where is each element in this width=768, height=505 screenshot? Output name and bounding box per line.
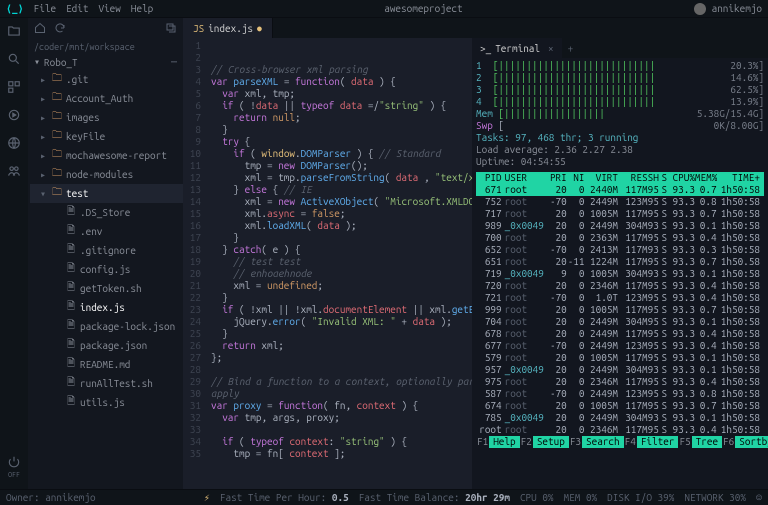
terminal-output[interactable]: 1 [|||||||||||||||||||||||||||| 20.3%]2 … [472,58,768,489]
more-icon[interactable]: ⋯ [171,56,177,68]
folder-node-modules[interactable]: ▸🗀node-modules [30,165,183,184]
power-off-icon[interactable]: OFF [7,455,21,479]
file--env[interactable]: 🗎.env [30,222,183,241]
sidebar: /coder/mnt/workspace ▾ Robo_T ⋯ ▸🗀.git▸🗀… [28,18,183,489]
ftb-label: Fast Time Balance: [359,492,460,503]
project-title: awesomeproject [153,3,693,14]
ftph-label: Fast Time Per Hour: [220,492,326,503]
ftb-value: 20hr 29m [465,492,510,503]
status-mem: MEM 0% [564,492,598,503]
app-logo-icon: ⟨_⟩ [6,3,24,15]
terminal-tab-label: Terminal [495,43,540,54]
file-README-md[interactable]: 🗎README.md [30,355,183,374]
file-package-json[interactable]: 🗎package.json [30,336,183,355]
file--gitignore[interactable]: 🗎.gitignore [30,241,183,260]
folder-Account_Auth[interactable]: ▸🗀Account_Auth [30,89,183,108]
code-editor[interactable]: 1234567891011121314151617181920212223242… [183,38,472,489]
status-bar: Owner: annikemjo ⚡ Fast Time Per Hour: 0… [0,489,768,505]
status-disk: DISK I/O 39% [607,492,674,503]
home-icon[interactable] [34,22,46,36]
avatar[interactable] [694,3,706,15]
terminal-icon: >_ [480,43,491,54]
bolt-icon: ⚡ [204,492,210,504]
status-net: NETWORK 30% [684,492,746,503]
menu-bar: File Edit View Help [34,3,154,14]
folder-test[interactable]: ▾🗀test [30,184,183,203]
js-file-icon: JS [193,23,204,34]
tab-terminal[interactable]: >_ Terminal × [472,38,562,58]
file-getToken-sh[interactable]: 🗎getToken.sh [30,279,183,298]
explorer-icon[interactable] [7,24,21,40]
accounts-icon[interactable] [7,164,21,180]
menu-file[interactable]: File [34,3,56,14]
folder--git[interactable]: ▸🗀.git [30,70,183,89]
file-runAllTest-sh[interactable]: 🗎runAllTest.sh [30,374,183,393]
project-name: Robo_T [44,57,78,68]
smiley-icon[interactable]: ☺ [756,492,762,504]
folder-images[interactable]: ▸🗀images [30,108,183,127]
refresh-icon[interactable] [54,22,66,36]
chevron-down-icon: ▾ [34,56,40,68]
tab-index-js[interactable]: JS index.js ● [183,18,273,38]
menu-edit[interactable]: Edit [66,3,88,14]
ftph-value: 0.5 [332,492,349,503]
status-cpu: CPU 0% [520,492,554,503]
menu-help[interactable]: Help [131,3,153,14]
folder-mochawesome-report[interactable]: ▸🗀mochawesome-report [30,146,183,165]
breadcrumb: /coder/mnt/workspace [28,40,183,54]
folder-keyFile[interactable]: ▸🗀keyFile [30,127,183,146]
project-root[interactable]: ▾ Robo_T ⋯ [28,54,183,70]
file--DS_Store[interactable]: 🗎.DS_Store [30,203,183,222]
line-gutter: 1234567891011121314151617181920212223242… [183,38,207,489]
activity-bar: OFF [0,18,28,489]
editor-tabs: JS index.js ● [183,18,768,38]
code-content[interactable]: // Cross-browser xml parsingvar parseXML… [207,38,472,489]
file-utils-js[interactable]: 🗎utils.js [30,393,183,412]
status-owner: Owner: annikemjo [6,492,204,503]
search-icon[interactable] [7,52,21,68]
file-index-js[interactable]: 🗎index.js [30,298,183,317]
globe-icon[interactable] [7,136,21,152]
close-icon[interactable]: × [548,43,554,54]
titlebar: ⟨_⟩ File Edit View Help awesomeproject anni… [0,0,768,18]
username[interactable]: annikemjo [712,3,762,14]
modified-dot-icon: ● [257,24,262,33]
file-tree: ▸🗀.git▸🗀Account_Auth▸🗀images▸🗀keyFile▸🗀m… [28,70,183,489]
add-terminal-icon[interactable]: + [562,43,580,54]
terminal-panel: >_ Terminal × + 1 [|||||||||||||||||||||… [472,38,768,489]
debug-icon[interactable] [7,108,21,124]
file-package-lock-json[interactable]: 🗎package-lock.json [30,317,183,336]
menu-view[interactable]: View [98,3,120,14]
collapse-all-icon[interactable] [165,22,177,36]
file-config-js[interactable]: 🗎config.js [30,260,183,279]
tab-label: index.js [208,23,253,34]
extensions-icon[interactable] [7,80,21,96]
